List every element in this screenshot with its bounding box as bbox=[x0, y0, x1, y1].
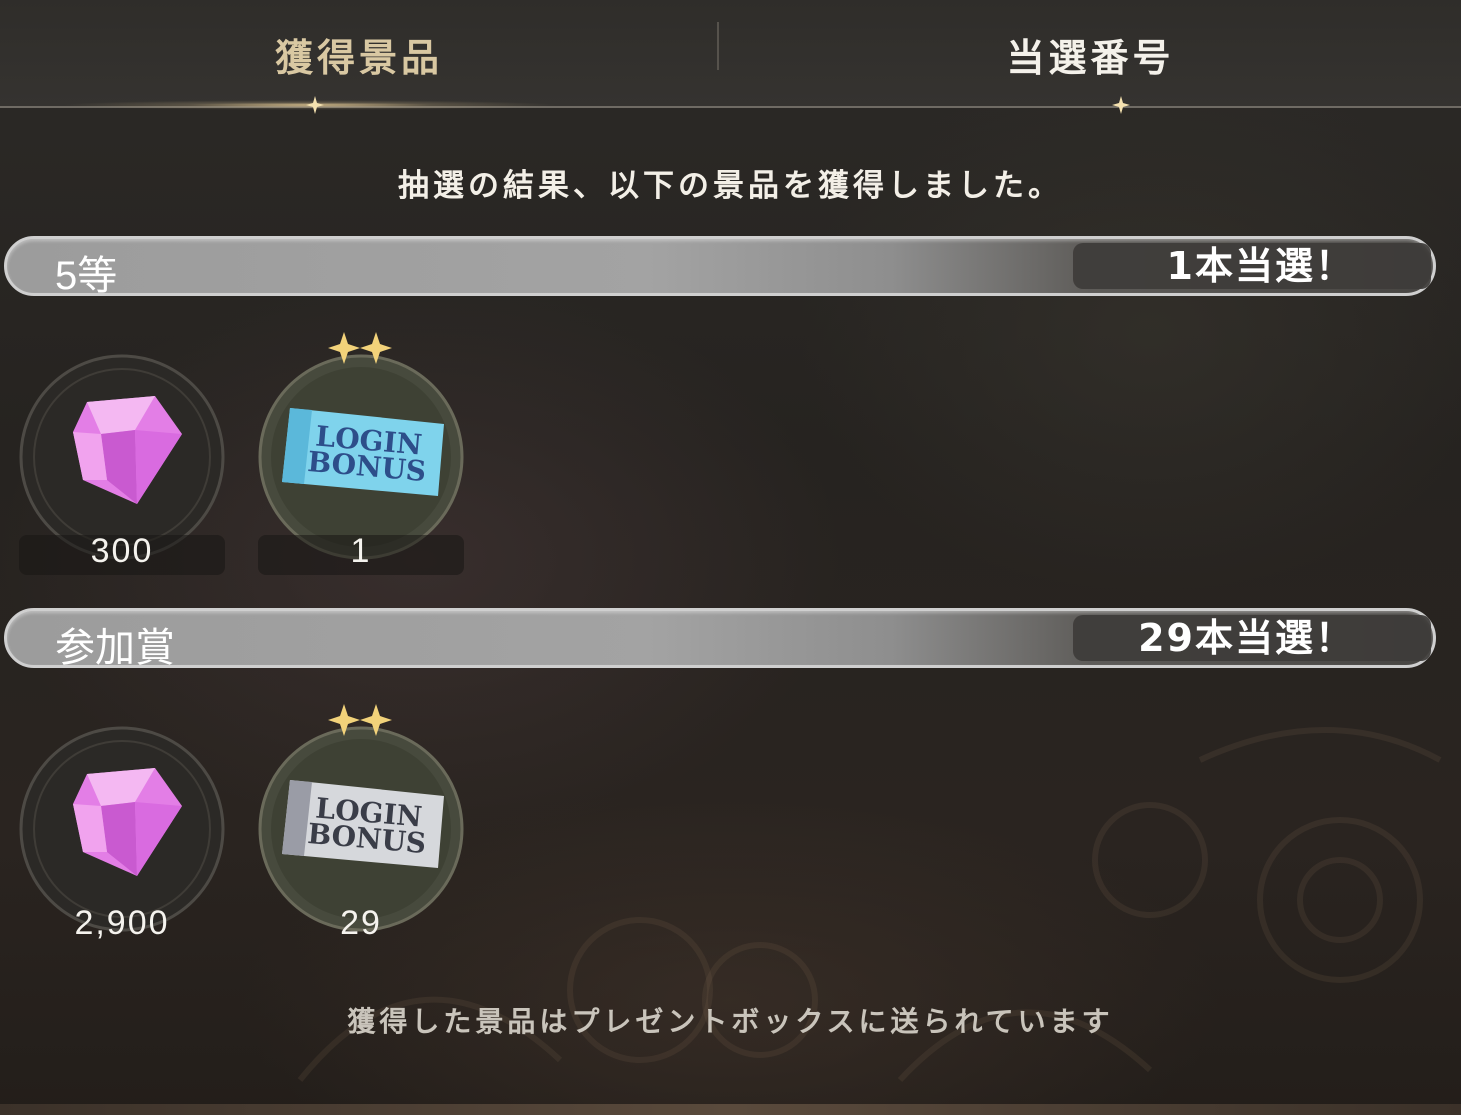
item-quantity: 300 bbox=[90, 532, 154, 570]
gem-icon bbox=[19, 726, 225, 932]
sparkle-icon bbox=[306, 96, 324, 114]
rank-bar-5th: 5等 1本当選！ bbox=[4, 236, 1436, 298]
item-quantity: 2,900 bbox=[74, 904, 170, 942]
login-bonus-ticket-blue-icon: LOGIN BONUS bbox=[258, 354, 464, 560]
result-message: 抽選の結果、以下の景品を獲得しました。 bbox=[398, 168, 1063, 204]
win-count: 29本当選！ bbox=[1073, 615, 1431, 661]
tab-winning-numbers[interactable]: 当選番号 bbox=[720, 0, 1461, 108]
tab-bar: 獲得景品 当選番号 bbox=[0, 0, 1461, 114]
rank-label: 5等 bbox=[55, 254, 118, 298]
rank-bar-participation: 参加賞 29本当選！ bbox=[4, 608, 1436, 670]
rank-label: 参加賞 bbox=[55, 626, 175, 670]
prize-item-login-bonus-ticket[interactable]: LOGIN BONUS 1 bbox=[256, 332, 466, 582]
item-quantity: 1 bbox=[350, 532, 372, 570]
bottom-border bbox=[0, 1104, 1461, 1115]
prize-item-login-bonus-ticket[interactable]: LOGIN BONUS 29 bbox=[256, 704, 466, 954]
tab-prizes[interactable]: 獲得景品 bbox=[0, 0, 718, 108]
gem-icon bbox=[19, 354, 225, 560]
item-quantity: 29 bbox=[340, 904, 382, 942]
prize-item-gem[interactable]: 2,900 bbox=[17, 724, 227, 954]
sparkle-icon bbox=[328, 332, 392, 364]
sparkle-icon bbox=[328, 704, 392, 736]
win-count: 1本当選！ bbox=[1073, 243, 1431, 289]
prize-item-gem[interactable]: 300 bbox=[17, 352, 227, 582]
tab-divider bbox=[717, 22, 719, 70]
footer-note: 獲得した景品はプレゼントボックスに送られています bbox=[347, 1005, 1114, 1038]
login-bonus-ticket-silver-icon: LOGIN BONUS bbox=[258, 726, 464, 932]
sparkle-icon bbox=[1112, 96, 1130, 114]
